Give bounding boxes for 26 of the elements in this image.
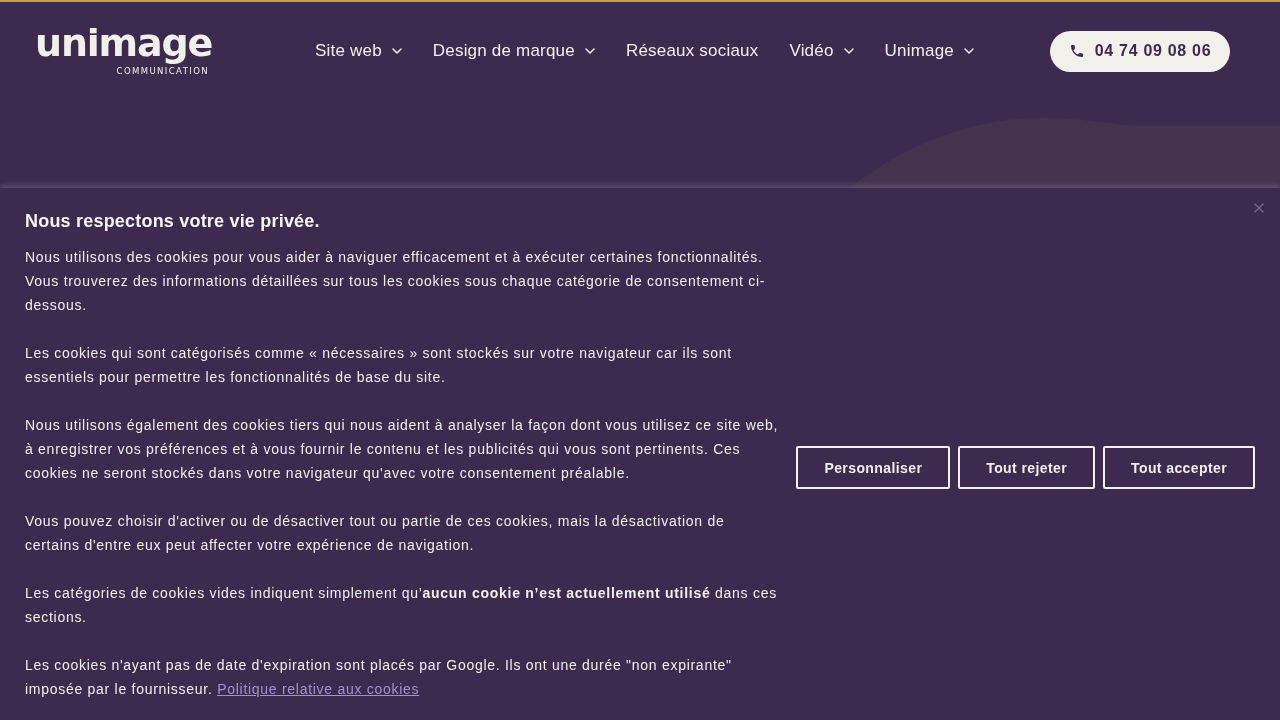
close-icon [1254, 203, 1264, 213]
chevron-down-icon [843, 48, 854, 54]
chevron-down-icon [584, 48, 595, 54]
banner-paragraph: Vous pouvez choisir d'activer ou de désactiver tout ou partie de ces cookies, mais la désactivation de certains d'entre eux peut affecter votre expérience de navigation. [25, 512, 726, 555]
chevron-down-icon [964, 48, 975, 54]
consent-button[interactable]: Tout rejeter [958, 446, 1096, 489]
cookie-policy-link[interactable]: Politique relative aux cookies [217, 681, 420, 697]
banner-paragraph: Nous utilisons également des cookies tiers qui nous aident à analyser la façon dont vous utilisez ce site web, à enregistrer vos préférences et à vous fournir le contenu et les publicités qui vous sont pertinents. Ces cookies ne seront stockés dans votre navigateur qu'avec votre consentement préalable. [25, 416, 780, 483]
consent-button[interactable]: Tout accepter [1103, 446, 1255, 489]
phone-icon [1068, 43, 1085, 59]
banner-paragraph: Les cookies n'ayant pas de date d'expiration sont placés par Google. Ils ont une durée "non expirante" imposée par le fournisseur. Politique relative aux cookies [25, 656, 733, 699]
banner-paragraph: Les catégories de cookies vides indiquent simplement qu’aucun cookie n’est actuellement utilisé dans ces sections. [25, 584, 778, 627]
consent-button[interactable]: Personnaliser [796, 446, 951, 489]
banner-paragraph: Nous utilisons des cookies pour vous aider à naviguer efficacement et à exécuter certaines fonctionnalités. Vous trouverez des informations détaillées sur tous les cookies sous chaque catégorie de consentement ci-dessous. [25, 248, 767, 315]
nav-link[interactable]: Site web [315, 39, 402, 63]
nav-link[interactable]: Design de marque [432, 39, 595, 63]
nav-link[interactable]: Vidéo [789, 39, 854, 63]
close-button[interactable] [1254, 203, 1264, 213]
banner-title: Nous respectons votre vie privée. [25, 210, 321, 232]
nav-link[interactable]: Unimage [884, 39, 975, 63]
banner-paragraph: Les cookies qui sont catégorisés comme « nécessaires » sont stockés sur votre navigateur car ils sont essentiels pour permettre les fonctionnalités de base du site. [25, 344, 733, 387]
nav-link[interactable]: Réseaux sociaux [625, 39, 759, 63]
logo-tagline: COMMUNICATION [116, 65, 209, 76]
chevron-down-icon [391, 48, 402, 54]
logo-wordmark[interactable]: unimage [35, 22, 212, 63]
phone-button[interactable]: 04 74 09 08 06 [1050, 30, 1230, 72]
